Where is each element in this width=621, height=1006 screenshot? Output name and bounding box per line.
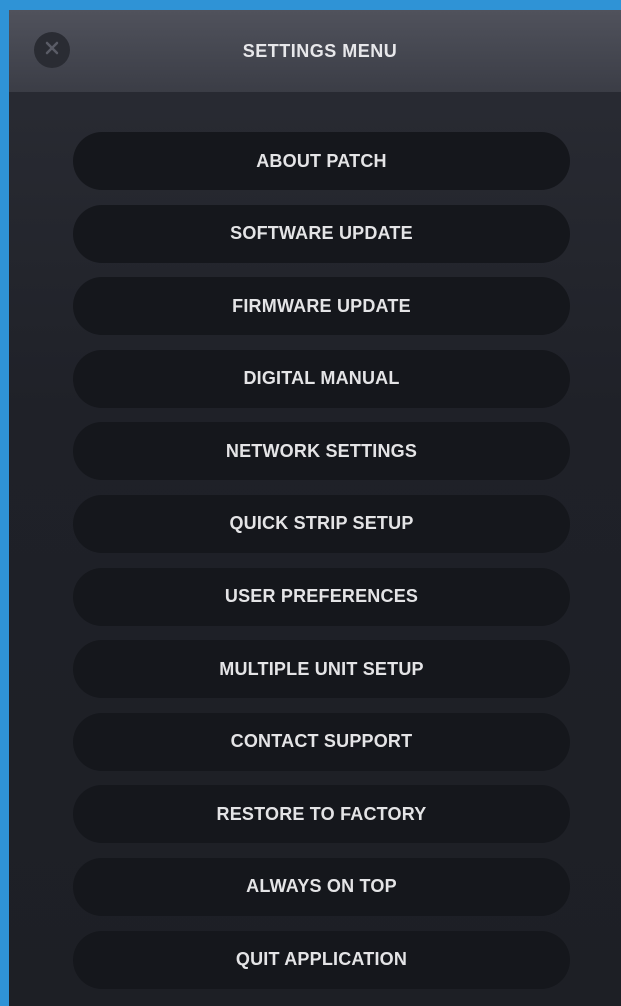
quit-application-button[interactable]: QUIT APPLICATION — [73, 930, 570, 989]
settings-window: SETTINGS MENU ABOUT PATCH SOFTWARE UPDAT… — [0, 0, 621, 1006]
contact-support-button[interactable]: CONTACT SUPPORT — [73, 712, 570, 771]
close-button[interactable] — [34, 32, 70, 68]
settings-menu-list: ABOUT PATCH SOFTWARE UPDATE FIRMWARE UPD… — [73, 132, 570, 1003]
about-patch-button[interactable]: ABOUT PATCH — [73, 132, 570, 190]
settings-header: SETTINGS MENU — [9, 10, 621, 92]
network-settings-button[interactable]: NETWORK SETTINGS — [73, 422, 570, 481]
digital-manual-button[interactable]: DIGITAL MANUAL — [73, 349, 570, 408]
user-preferences-button[interactable]: USER PREFERENCES — [73, 567, 570, 626]
page-title: SETTINGS MENU — [242, 40, 398, 61]
software-update-button[interactable]: SOFTWARE UPDATE — [73, 204, 570, 263]
close-icon — [43, 39, 61, 62]
always-on-top-button[interactable]: ALWAYS ON TOP — [73, 857, 570, 916]
multiple-unit-setup-button[interactable]: MULTIPLE UNIT SETUP — [73, 640, 570, 699]
quick-strip-setup-button[interactable]: QUICK STRIP SETUP — [73, 494, 570, 553]
restore-to-factory-button[interactable]: RESTORE TO FACTORY — [73, 785, 570, 844]
firmware-update-button[interactable]: FIRMWARE UPDATE — [73, 277, 570, 336]
